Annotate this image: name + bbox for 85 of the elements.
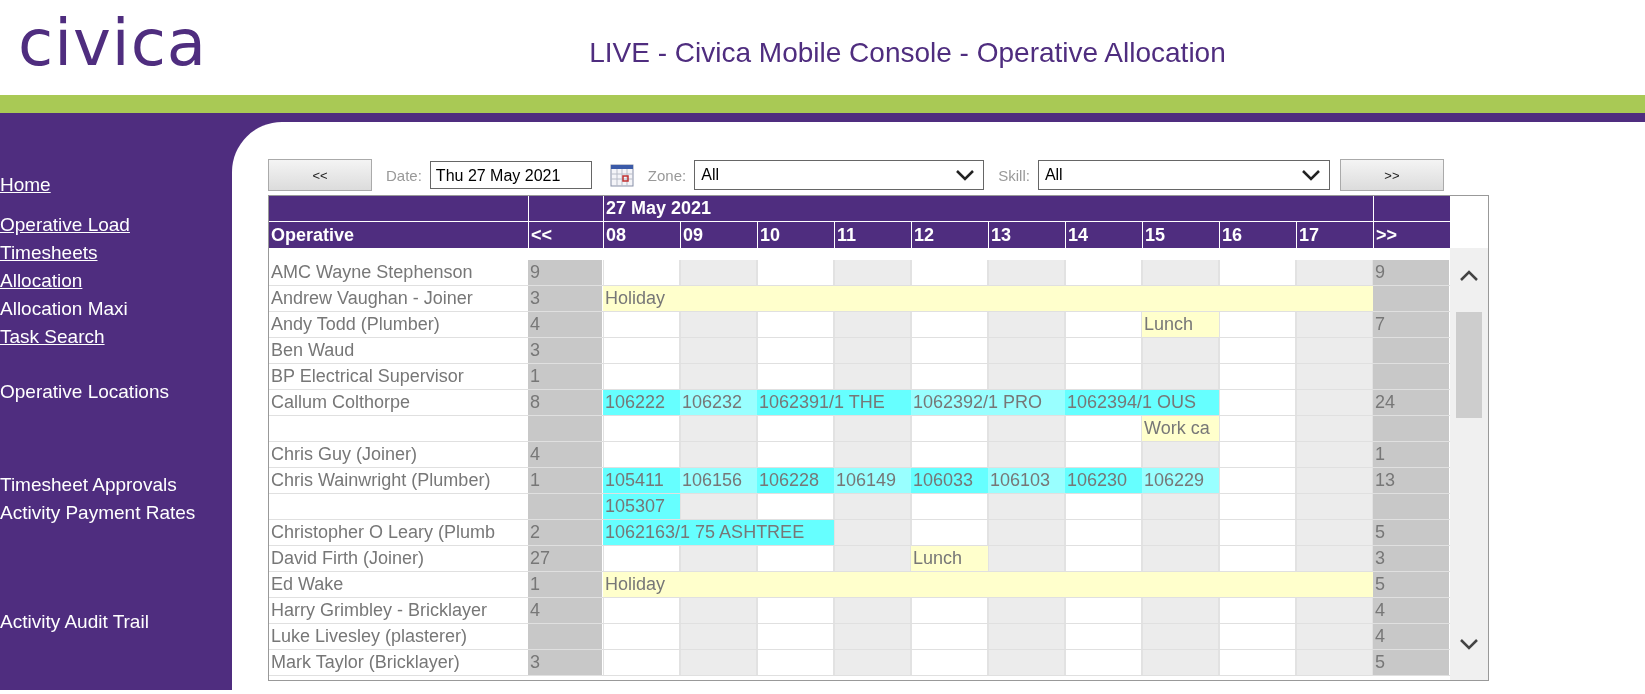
total-cell: 5 <box>1373 572 1450 597</box>
count-cell: 3 <box>528 650 603 675</box>
total-cell: 5 <box>1373 650 1450 675</box>
count-cell: 4 <box>528 442 603 467</box>
skill-dropdown[interactable]: All <box>1037 160 1330 190</box>
allocation-entry[interactable]: Lunch <box>1142 312 1219 337</box>
scrollbar[interactable] <box>1450 248 1488 680</box>
chevron-up-icon[interactable] <box>1459 270 1479 282</box>
total-cell: 3 <box>1373 546 1450 571</box>
sidebar-link[interactable]: Activity Payment Rates <box>0 500 196 525</box>
dropdown-caret-icon <box>955 169 976 181</box>
allocation-entry[interactable]: 1062392/1 PRO <box>911 390 1065 415</box>
allocation-entry[interactable]: 106156 <box>680 468 757 493</box>
count-cell: 3 <box>528 286 603 311</box>
allocation-entry[interactable]: Holiday <box>603 572 1373 597</box>
count-cell: 4 <box>528 598 603 623</box>
allocation-entry[interactable]: 105411 <box>603 468 680 493</box>
count-cell: 1 <box>528 468 603 493</box>
column-header: 10 <box>757 221 834 248</box>
allocation-entry[interactable]: 1062391/1 THE <box>757 390 911 415</box>
allocation-entry[interactable]: 106149 <box>834 468 911 493</box>
allocation-entry[interactable]: 106103 <box>988 468 1065 493</box>
count-cell: 4 <box>528 312 603 337</box>
sidebar-link[interactable]: Activity Audit Trail <box>0 609 149 634</box>
chevron-down-icon[interactable] <box>1459 638 1479 650</box>
allocation-entry[interactable]: 106033 <box>911 468 988 493</box>
total-cell: 1 <box>1373 442 1450 467</box>
field-label: Date: <box>386 166 422 184</box>
total-cell: 9 <box>1373 260 1450 285</box>
column-header: 08 <box>603 221 680 248</box>
column-header: 14 <box>1065 221 1142 248</box>
column-header: 15 <box>1142 221 1219 248</box>
count-cell: 8 <box>528 390 603 415</box>
page-title: LIVE - Civica Mobile Console - Operative Allocation <box>588 36 1227 69</box>
next-link[interactable]: >> <box>1373 221 1450 248</box>
count-cell: 2 <box>528 520 603 545</box>
count-cell: 3 <box>528 338 603 363</box>
allocation-entry[interactable]: Lunch <box>911 546 988 571</box>
sidebar-link[interactable]: Timesheet Approvals <box>0 472 177 497</box>
date-heading: 27 May 2021 <box>603 196 1373 221</box>
allocation-entry[interactable]: 1062163/1 75 ASHTREE <box>603 520 834 545</box>
column-header: Operative <box>269 221 528 248</box>
count-cell: 1 <box>528 364 603 389</box>
allocation-entry[interactable]: 106228 <box>757 468 834 493</box>
count-cell: 1 <box>528 572 603 597</box>
allocation-entry[interactable]: 1062394/1 OUS <box>1065 390 1219 415</box>
column-header: 16 <box>1219 221 1296 248</box>
sidebar-link[interactable]: Home <box>0 172 51 197</box>
previous-button[interactable]: << <box>268 159 372 191</box>
sidebar-link[interactable]: Allocation Maxi <box>0 296 128 321</box>
date-field[interactable]: Thu 27 May 2021 <box>429 161 592 189</box>
calendar-icon[interactable] <box>609 163 634 187</box>
field-label: Skill: <box>998 166 1030 184</box>
count-cell: 27 <box>528 546 603 571</box>
allocation-entry[interactable]: 106229 <box>1142 468 1219 493</box>
allocation-entry[interactable]: Work ca <box>1142 416 1219 441</box>
total-cell: 7 <box>1373 312 1450 337</box>
column-header: 13 <box>988 221 1065 248</box>
next-button[interactable]: >> <box>1339 159 1444 191</box>
total-cell: 5 <box>1373 520 1450 545</box>
scroll-thumb[interactable] <box>1456 312 1482 418</box>
column-header: 09 <box>680 221 757 248</box>
allocation-entry[interactable]: 105307 <box>603 494 680 519</box>
sidebar-link[interactable]: Timesheets <box>0 240 98 265</box>
allocation-entry[interactable]: 106222 <box>603 390 680 415</box>
column-header: 12 <box>911 221 988 248</box>
column-header: 11 <box>834 221 911 248</box>
dropdown-caret-icon <box>1300 169 1321 181</box>
total-cell: 24 <box>1373 390 1450 415</box>
total-cell: 13 <box>1373 468 1450 493</box>
zone-dropdown[interactable]: All <box>694 160 985 190</box>
count-cell: 9 <box>528 260 603 285</box>
allocation-entry[interactable]: 106232 <box>680 390 757 415</box>
allocation-entry[interactable]: Holiday <box>603 286 1373 311</box>
previous-link[interactable]: << <box>528 221 603 248</box>
total-cell: 4 <box>1373 624 1450 649</box>
field-label: Zone: <box>647 166 687 184</box>
sidebar-link[interactable]: Allocation <box>0 268 83 293</box>
column-header: 17 <box>1296 221 1373 248</box>
sidebar-link[interactable]: Task Search <box>0 324 105 349</box>
sidebar-link[interactable]: Operative Locations <box>0 379 169 404</box>
total-cell: 4 <box>1373 598 1450 623</box>
logo: civica <box>17 10 209 75</box>
allocation-entry[interactable]: 106230 <box>1065 468 1142 493</box>
sidebar-link[interactable]: Operative Load <box>0 212 130 237</box>
